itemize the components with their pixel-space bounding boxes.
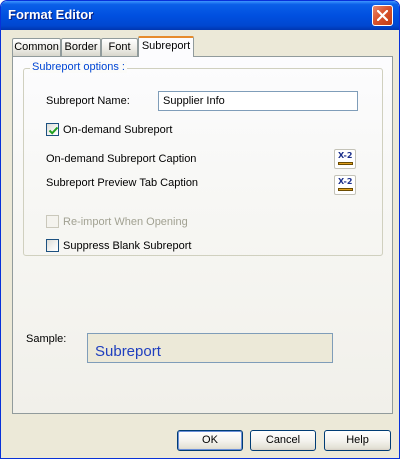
on-demand-label: On-demand Subreport	[63, 124, 173, 136]
group-legend: Subreport options :	[30, 61, 127, 73]
formula-x2-icon: X-2	[338, 151, 353, 160]
cancel-button[interactable]: Cancel	[250, 430, 316, 451]
tab-strip: Common Border Font Subreport	[12, 36, 392, 57]
suppress-blank-label: Suppress Blank Subreport	[63, 240, 192, 252]
subreport-name-label: Subreport Name:	[46, 95, 130, 107]
formula-x2-icon: X-2	[338, 177, 353, 186]
subreport-name-field[interactable]: Supplier Info	[158, 91, 358, 111]
pencil-icon	[338, 162, 353, 165]
preview-tab-caption-formula-button[interactable]: X-2	[334, 175, 356, 195]
tab-subreport[interactable]: Subreport	[138, 36, 194, 57]
subreport-options-group: Subreport options : Subreport Name: Supp…	[23, 61, 383, 256]
help-button[interactable]: Help	[324, 430, 391, 451]
suppress-blank-checkbox[interactable]	[46, 239, 59, 252]
pencil-icon	[338, 188, 353, 191]
title-bar[interactable]: Format Editor	[1, 1, 399, 30]
sample-preview: Subreport	[87, 333, 333, 363]
tab-font[interactable]: Font	[101, 38, 138, 56]
reimport-label: Re-import When Opening	[63, 216, 188, 228]
tab-common[interactable]: Common	[12, 38, 61, 56]
on-demand-caption-label: On-demand Subreport Caption	[46, 153, 197, 165]
tab-border[interactable]: Border	[61, 38, 101, 56]
close-button[interactable]	[372, 5, 393, 26]
ok-button[interactable]: OK	[177, 430, 243, 451]
dialog-client-area: Common Border Font Subreport Subreport o…	[4, 30, 396, 456]
format-editor-window: Format Editor Common Border Font Subrepo…	[0, 0, 400, 459]
on-demand-checkbox[interactable]	[46, 123, 59, 136]
reimport-checkbox[interactable]	[46, 215, 59, 228]
window-title: Format Editor	[8, 7, 94, 22]
on-demand-caption-formula-button[interactable]: X-2	[334, 149, 356, 169]
preview-tab-caption-label: Subreport Preview Tab Caption	[46, 177, 199, 189]
sample-label: Sample:	[26, 333, 67, 345]
